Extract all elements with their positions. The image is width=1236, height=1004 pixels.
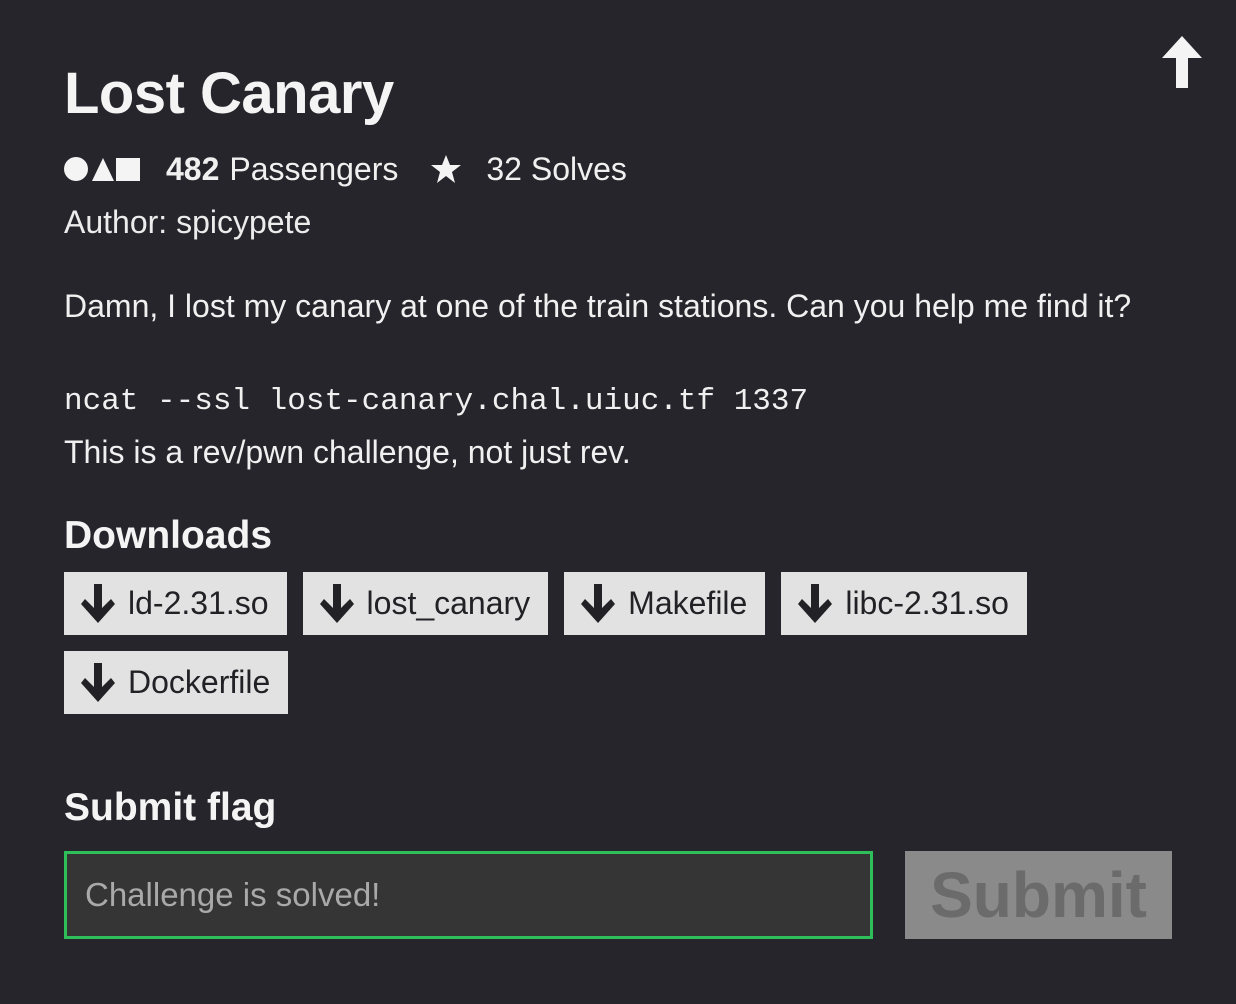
challenge-note: This is a rev/pwn challenge, not just re…	[64, 434, 631, 470]
flag-input[interactable]	[64, 851, 873, 939]
solves-label: 32 Solves	[486, 150, 627, 187]
downloads-list: ld-2.31.so lost_canary Makefile libc-2.3…	[64, 572, 1174, 730]
arrow-down-icon	[81, 583, 115, 623]
arrow-down-icon	[81, 662, 115, 702]
arrow-up-icon[interactable]	[1160, 34, 1204, 90]
download-button-makefile[interactable]: Makefile	[564, 572, 766, 635]
download-button-lost-canary[interactable]: lost_canary	[302, 572, 549, 635]
connection-command: ncat --ssl lost-canary.chal.uiuc.tf 1337	[64, 384, 809, 419]
download-label: Dockerfile	[128, 664, 271, 700]
arrow-down-icon	[798, 583, 833, 623]
challenge-description: Damn, I lost my canary at one of the tra…	[64, 288, 1132, 324]
download-label: Makefile	[628, 585, 748, 621]
download-label: lost_canary	[366, 585, 531, 621]
download-button-ld[interactable]: ld-2.31.so	[64, 572, 287, 635]
page-title: Lost Canary	[64, 61, 394, 126]
arrow-down-icon	[581, 583, 616, 623]
download-label: ld-2.31.so	[128, 585, 269, 621]
passengers-label: Passengers	[229, 150, 399, 187]
downloads-heading: Downloads	[64, 514, 273, 557]
star-icon	[430, 154, 462, 184]
submit-flag-heading: Submit flag	[64, 786, 277, 829]
passengers-count: 482	[166, 150, 220, 187]
download-button-dockerfile[interactable]: Dockerfile	[64, 651, 289, 714]
author-line: Author: spicypete	[64, 204, 312, 240]
shapes-icon	[64, 156, 142, 182]
submit-button[interactable]: Submit	[905, 851, 1172, 939]
download-label: libc-2.31.so	[845, 585, 1009, 621]
challenge-page: Lost Canary 482 Passengers 32 Solves Aut…	[0, 0, 1236, 1004]
arrow-down-icon	[319, 583, 354, 623]
download-button-libc[interactable]: libc-2.31.so	[781, 572, 1027, 635]
challenge-meta: 482 Passengers 32 Solves	[64, 148, 627, 190]
